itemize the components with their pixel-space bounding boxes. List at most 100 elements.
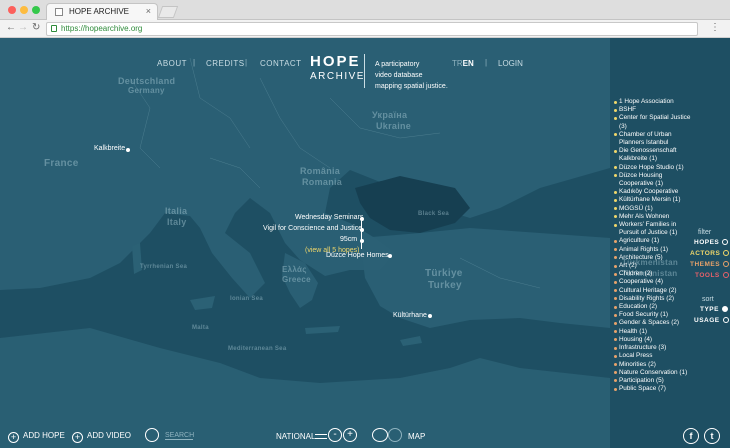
tagline-line: video database bbox=[375, 72, 423, 79]
sort-type-option[interactable]: TYPE bbox=[700, 306, 728, 313]
theme-list-item[interactable]: Nature Conservation (1) bbox=[613, 369, 693, 377]
plus-icon: + bbox=[8, 432, 19, 443]
logo[interactable]: HOPE ARCHIVE bbox=[310, 53, 365, 82]
toggle-circle-icon bbox=[722, 239, 729, 245]
map-point-label[interactable]: Vigil for Conscience and Justice bbox=[263, 225, 362, 232]
map-point-marker[interactable] bbox=[428, 314, 432, 318]
zoom-out-button[interactable]: - bbox=[328, 428, 342, 442]
lock-icon bbox=[51, 25, 57, 32]
forward-arrow-icon[interactable]: → bbox=[18, 22, 28, 33]
actor-list-item[interactable]: Düzce Housing Cooperative (1) bbox=[613, 172, 693, 188]
actor-list-item[interactable]: Workers' Families in Pursuit of Justice … bbox=[613, 221, 693, 237]
actor-list-item[interactable]: Chamber of Urban Planners Istanbul bbox=[613, 131, 693, 147]
actor-list-item[interactable]: 1 Hope Association bbox=[613, 98, 693, 106]
filter-actors-toggle[interactable]: ACTORS bbox=[690, 250, 730, 257]
theme-list-item[interactable]: Local Press bbox=[613, 352, 693, 360]
theme-list-item[interactable]: Housing (4) bbox=[613, 336, 693, 344]
search-input[interactable]: SEARCH bbox=[165, 432, 194, 440]
actor-list-item[interactable]: Kültürhane Mersin (1) bbox=[613, 196, 693, 204]
actor-list-item[interactable]: BSHF bbox=[613, 106, 693, 114]
favicon-icon bbox=[55, 8, 63, 16]
nav-contact-link[interactable]: CONTACT bbox=[260, 59, 302, 68]
theme-list-item[interactable]: Minorities (2) bbox=[613, 361, 693, 369]
plus-icon: + bbox=[72, 432, 83, 443]
national-view-label[interactable]: NATIONAL bbox=[276, 432, 315, 441]
filter-tools-toggle[interactable]: TOOLS bbox=[695, 272, 729, 279]
theme-list-item[interactable]: Public Space (7) bbox=[613, 385, 693, 393]
nav-credits-link[interactable]: CREDITS bbox=[206, 59, 245, 68]
theme-list-item[interactable]: Disability Rights (2) bbox=[613, 295, 693, 303]
toggle-circle-icon bbox=[722, 272, 729, 278]
actor-list-item[interactable]: Mehr Als Wohnen bbox=[613, 213, 693, 221]
map-point-label[interactable]: Wednesday Seminars bbox=[295, 214, 363, 221]
map-view-icon[interactable] bbox=[372, 428, 388, 442]
theme-list-item[interactable]: Education (2) bbox=[613, 303, 693, 311]
window-maximize-icon[interactable] bbox=[32, 6, 40, 14]
search-icon[interactable] bbox=[145, 428, 159, 442]
map-label: România bbox=[300, 166, 341, 176]
browser-tab[interactable]: HOPE ARCHIVE × bbox=[46, 3, 158, 20]
map-label: Italy bbox=[167, 217, 187, 227]
new-tab-button[interactable] bbox=[157, 6, 179, 18]
actor-list-item[interactable]: Kadıköy Cooperative bbox=[613, 188, 693, 196]
theme-list-item[interactable]: Health (1) bbox=[613, 328, 693, 336]
map-label: Deutschland bbox=[118, 76, 176, 86]
actor-list-item[interactable]: Center for Spatial Justice (3) bbox=[613, 114, 693, 130]
theme-list-item[interactable]: Cooperative (4) bbox=[613, 278, 693, 286]
url-input[interactable]: https://hopearchive.org bbox=[46, 22, 698, 36]
browser-tab-bar: HOPE ARCHIVE × bbox=[0, 0, 730, 20]
lang-en-link[interactable]: EN bbox=[463, 59, 474, 68]
theme-list-item[interactable]: Architecture (5) bbox=[613, 254, 693, 262]
filter-hopes-toggle[interactable]: HOPES bbox=[694, 239, 729, 246]
map-point-label[interactable]: Kültürhane bbox=[393, 312, 427, 319]
zoom-in-button[interactable]: + bbox=[343, 428, 357, 442]
map-label: Romania bbox=[302, 177, 343, 187]
tab-close-icon[interactable]: × bbox=[146, 6, 151, 16]
facebook-icon[interactable]: f bbox=[683, 428, 699, 444]
theme-list-item[interactable]: Food Security (1) bbox=[613, 311, 693, 319]
map-label: Tyrrhenian Sea bbox=[140, 264, 188, 270]
map-label: France bbox=[44, 158, 79, 169]
filter-themes-toggle[interactable]: THEMES bbox=[690, 261, 730, 268]
theme-list-item[interactable]: Children (2) bbox=[613, 270, 693, 278]
filter-themes-label: THEMES bbox=[690, 261, 721, 268]
map-point-marker[interactable] bbox=[126, 148, 130, 152]
map-point-label[interactable]: Düzce Hope Homes bbox=[326, 252, 389, 259]
login-link[interactable]: LOGIN bbox=[498, 59, 523, 68]
map-point-label[interactable]: 95cm bbox=[340, 236, 357, 243]
nav-about-link[interactable]: ABOUT bbox=[157, 59, 187, 68]
window-minimize-icon[interactable] bbox=[20, 6, 28, 14]
theme-list-item[interactable]: Agriculture (1) bbox=[613, 237, 693, 245]
twitter-icon[interactable]: t bbox=[704, 428, 720, 444]
actor-list-item[interactable]: Düzce Hope Studio (1) bbox=[613, 164, 693, 172]
theme-list-item[interactable]: Cultural Heritage (2) bbox=[613, 287, 693, 295]
map-canvas[interactable]: Deutschland Germany France România Roman… bbox=[0, 38, 730, 448]
legend-list: 1 Hope Association BSHF Center for Spatial… bbox=[613, 98, 693, 393]
reload-icon[interactable]: ↻ bbox=[32, 22, 40, 33]
list-lines-icon bbox=[315, 434, 327, 439]
globe-view-icon[interactable] bbox=[388, 428, 402, 442]
actor-list-item[interactable]: MGGSÜ (1) bbox=[613, 205, 693, 213]
browser-menu-icon[interactable]: ⋮ bbox=[710, 22, 720, 33]
actors-list: 1 Hope Association BSHF Center for Spatial… bbox=[613, 98, 693, 237]
add-hope-label: ADD HOPE bbox=[23, 431, 65, 440]
window-close-icon[interactable] bbox=[8, 6, 16, 14]
map-point-marker[interactable] bbox=[388, 254, 392, 258]
add-hope-button[interactable]: + ADD HOPE bbox=[8, 431, 65, 443]
theme-list-item[interactable]: Gender & Spaces (2) bbox=[613, 319, 693, 327]
lang-tr-link[interactable]: TR bbox=[452, 59, 463, 68]
theme-list-item[interactable]: Infrastructure (3) bbox=[613, 344, 693, 352]
map-mode-label: MAP bbox=[408, 432, 426, 441]
toggle-circle-icon bbox=[723, 261, 730, 267]
sort-usage-option[interactable]: USAGE bbox=[694, 317, 729, 324]
language-switch[interactable]: TREN bbox=[452, 59, 474, 68]
nav-separator: | bbox=[193, 58, 196, 67]
theme-list-item[interactable]: Animal Rights (1) bbox=[613, 246, 693, 254]
theme-list-item[interactable]: Participation (5) bbox=[613, 377, 693, 385]
add-video-button[interactable]: + ADD VIDEO bbox=[72, 431, 131, 443]
theme-list-item[interactable]: Art (2) bbox=[613, 262, 693, 270]
back-arrow-icon[interactable]: ← bbox=[6, 22, 16, 33]
actor-list-item[interactable]: Die Genossenschaft Kalkbreite (1) bbox=[613, 147, 693, 163]
map-point-label[interactable]: Kalkbreite bbox=[94, 145, 125, 152]
tagline-line: mapping spatial justice. bbox=[375, 83, 448, 90]
